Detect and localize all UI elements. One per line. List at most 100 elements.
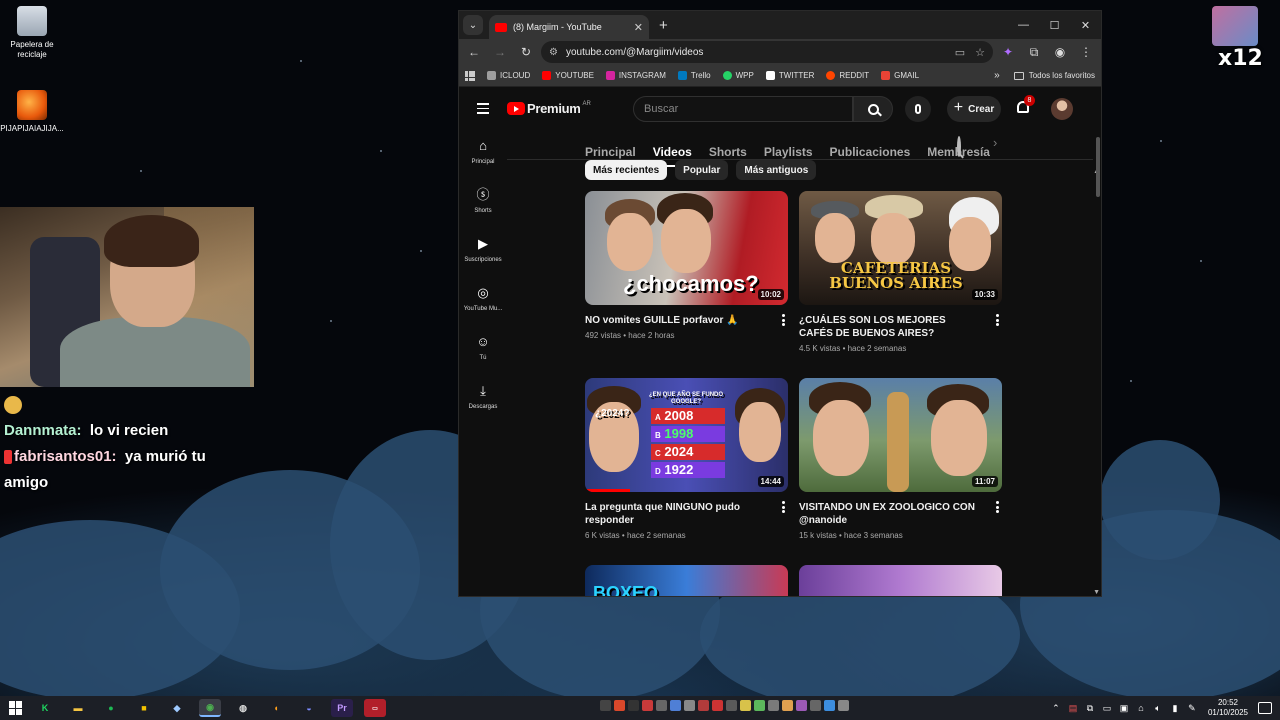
tab-publicaciones[interactable]: Publicaciones [830, 145, 911, 159]
video-card[interactable]: 11:07 VISITANDO UN EX ZOOLOGICO CON @nan… [799, 378, 1002, 540]
tray-app-icon[interactable]: ▭ [1100, 703, 1114, 714]
video-menu-icon[interactable] [996, 314, 1000, 328]
bookmark-twitter[interactable]: TWITTER [765, 71, 814, 80]
address-bar[interactable]: ⚙ youtube.com/@Margiim/videos ▭ ☆ [541, 41, 993, 63]
bookmark-youtube[interactable]: YOUTUBE [542, 71, 594, 80]
network-icon[interactable]: ⌂ [1134, 703, 1148, 713]
fl-studio-taskbar-icon[interactable]: ◖ [265, 699, 287, 717]
voice-search-button[interactable] [905, 96, 931, 122]
site-info-icon[interactable]: ⚙ [549, 47, 558, 58]
youtube-header: Premium AR Buscar + Crear 8 [459, 89, 1101, 129]
create-button[interactable]: + Crear [947, 96, 1001, 122]
menu-kebab-icon[interactable]: ⋮ [1075, 42, 1097, 62]
video-menu-icon[interactable] [782, 314, 786, 328]
kick-app-icon[interactable]: K [34, 699, 56, 717]
channel-search-button[interactable] [957, 136, 961, 157]
guide-item-music[interactable]: ◎ YouTube Mu... [459, 276, 507, 325]
desktop-icon-fl-studio[interactable]: PIJAPIJAIAJIJA... [0, 90, 64, 134]
video-card[interactable]: CAFETERIAS BUENOS AIRES 10:33 ¿CUÁLES SO… [799, 191, 1002, 353]
chip-mas-recientes[interactable]: Más recientes [585, 160, 668, 180]
app-icon[interactable]: ▭ [364, 699, 386, 717]
chrome-icon[interactable]: ◉ [199, 699, 221, 717]
video-card[interactable]: BOXEO [585, 565, 788, 596]
video-title[interactable]: La pregunta que NINGUNO pudo responder [585, 501, 788, 527]
tab-playlists[interactable]: Playlists [764, 145, 813, 159]
reload-button[interactable]: ↻ [515, 42, 537, 62]
close-window-button[interactable]: ✕ [1070, 11, 1101, 39]
volume-icon[interactable]: 🔈︎ [1151, 703, 1165, 714]
notifications-button[interactable]: 8 [1015, 95, 1035, 117]
video-card[interactable]: ¿chocamos? 10:02 NO vomites GUILLE porfa… [585, 191, 788, 340]
tray-app-icon[interactable]: ▣ [1117, 703, 1131, 714]
video-title[interactable]: NO vomites GUILLE porfavor 🙏 [585, 314, 788, 327]
video-thumbnail[interactable] [799, 565, 1002, 596]
guide-item-tu[interactable]: ☺ Tú [459, 325, 507, 374]
video-thumbnail[interactable]: ¿2024? ¿EN QUE AÑO SE FUNDO GOOGLE? A 20… [585, 378, 788, 492]
tray-app-icon[interactable]: ▤ [1066, 703, 1080, 714]
extension-icon[interactable]: ✦ [997, 42, 1019, 62]
chevron-up-icon[interactable]: ⌃ [1049, 703, 1063, 714]
chip-popular[interactable]: Popular [675, 160, 729, 180]
video-thumbnail[interactable]: CAFETERIAS BUENOS AIRES 10:33 [799, 191, 1002, 305]
bookmark-instagram[interactable]: INSTAGRAM [605, 71, 666, 80]
tray-app-icon[interactable]: ⧉ [1083, 703, 1097, 714]
search-input[interactable]: Buscar [633, 96, 853, 122]
install-icon[interactable]: ▭ [955, 46, 965, 59]
bookmark-gmail[interactable]: GMAIL [881, 71, 919, 80]
microphone-icon[interactable]: ▮ [1168, 703, 1182, 714]
notes-app-icon[interactable]: ■ [133, 699, 155, 717]
minimize-button[interactable]: — [1008, 11, 1039, 39]
new-tab-button[interactable]: + [659, 17, 668, 34]
notification-center-icon[interactable] [1258, 702, 1272, 714]
guide-item-principal[interactable]: ⌂ Principal [459, 129, 507, 178]
chip-mas-antiguos[interactable]: Más antiguos [736, 160, 817, 180]
bookmark-icloud[interactable]: ICLOUD [487, 71, 530, 80]
tab-search-button[interactable]: ⌄ [463, 15, 483, 35]
bookmark-trello[interactable]: Trello [677, 71, 711, 80]
video-title[interactable]: ¿CUÁLES SON LOS MEJORES CAFÉS DE BUENOS … [799, 314, 1002, 340]
more-bookmarks-icon[interactable]: » [994, 70, 1000, 81]
video-menu-icon[interactable] [782, 501, 786, 515]
file-explorer-icon[interactable]: ▬ [67, 699, 89, 717]
forward-button[interactable]: → [489, 42, 511, 62]
video-title[interactable]: VISITANDO UN EX ZOOLOGICO CON @nanoide [799, 501, 1002, 527]
obs-icon[interactable]: ◍ [232, 699, 254, 717]
extensions-puzzle-icon[interactable]: ⧉ [1023, 42, 1045, 62]
tabs-next-icon[interactable]: › [993, 135, 997, 150]
youtube-premium-logo[interactable]: Premium AR [507, 101, 591, 116]
discord-icon[interactable]: ◒ [298, 699, 320, 717]
video-card[interactable]: ¿2024? ¿EN QUE AÑO SE FUNDO GOOGLE? A 20… [585, 378, 788, 540]
browser-tab[interactable]: (8) Margiim - YouTube ✕ [489, 15, 649, 39]
guide-item-shorts[interactable]: ⓢ Shorts [459, 178, 507, 227]
apps-grid-icon[interactable] [465, 70, 475, 81]
scrollbar-thumb[interactable] [1096, 137, 1100, 197]
tab-shorts[interactable]: Shorts [709, 145, 747, 159]
back-button[interactable]: ← [463, 42, 485, 62]
premiere-icon[interactable]: Pr [331, 699, 353, 717]
video-thumbnail[interactable]: 11:07 [799, 378, 1002, 492]
search-button[interactable] [853, 96, 893, 122]
account-avatar[interactable] [1051, 98, 1073, 120]
desktop-icon-recycle-bin[interactable]: Papelera de reciclaje [0, 6, 64, 60]
video-thumbnail[interactable]: ¿chocamos? 10:02 [585, 191, 788, 305]
guide-item-descargas[interactable]: ⤓ Descargas [459, 374, 507, 423]
clock[interactable]: 20:52 01/10/2025 [1208, 698, 1248, 718]
all-bookmarks-folder[interactable]: Todos los favoritos [1013, 71, 1095, 80]
scroll-down-arrow-icon[interactable]: ▼ [1093, 589, 1100, 596]
guide-item-suscripciones[interactable]: ▶ Suscripciones [459, 227, 507, 276]
video-thumbnail[interactable]: BOXEO [585, 565, 788, 596]
profile-icon[interactable]: ◉ [1049, 42, 1071, 62]
close-tab-icon[interactable]: ✕ [634, 21, 643, 34]
bookmark-wpp[interactable]: WPP [722, 71, 754, 80]
maximize-button[interactable]: ☐ [1039, 11, 1070, 39]
video-menu-icon[interactable] [996, 501, 1000, 515]
hamburger-menu-icon[interactable] [477, 103, 489, 117]
bookmark-reddit[interactable]: REDDIT [826, 71, 869, 80]
spotify-icon[interactable]: ● [100, 699, 122, 717]
bookmark-star-icon[interactable]: ☆ [975, 46, 985, 59]
steam-icon[interactable]: ◆ [166, 699, 188, 717]
tab-principal[interactable]: Principal [585, 145, 636, 159]
video-card[interactable] [799, 565, 1002, 596]
windows-start-icon[interactable] [9, 701, 23, 715]
pen-icon[interactable]: ✎ [1185, 703, 1199, 714]
